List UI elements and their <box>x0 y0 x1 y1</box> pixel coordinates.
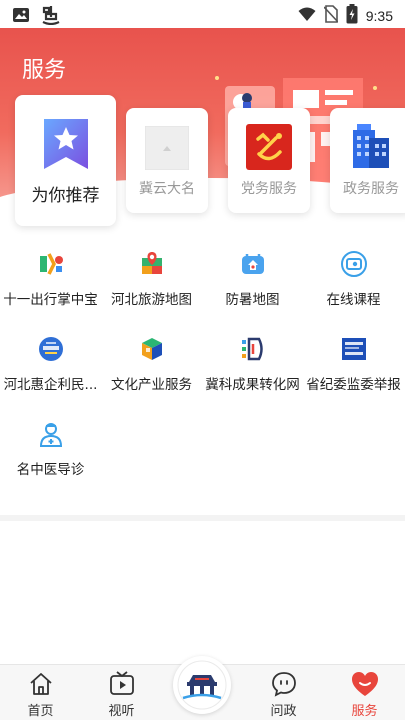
service-label: 冀科成果转化网 <box>205 377 300 393</box>
featured-label-party-service: 党务服务 <box>241 181 297 197</box>
service-label: 省纪委监委举报 <box>306 377 401 393</box>
online-course-icon <box>340 251 367 277</box>
report-app-icon <box>341 338 366 360</box>
policy-app-icon <box>38 337 63 361</box>
service-label: 十一出行掌中宝 <box>3 292 98 308</box>
party-emblem-icon <box>246 124 292 170</box>
featured-label-jiyun-daming: 冀云大名 <box>139 181 195 197</box>
tv-play-icon <box>109 671 134 695</box>
service-item-online-course[interactable]: 在线课程 <box>303 250 404 308</box>
science-network-icon <box>241 337 263 361</box>
status-time: 9:35 <box>365 8 393 24</box>
featured-card-recommend[interactable]: 为你推荐 <box>15 95 116 226</box>
service-label: 防暑地图 <box>225 292 280 308</box>
nav-label: 服务 <box>351 704 378 719</box>
heart-icon <box>351 672 378 696</box>
chat-bubble-icon <box>271 672 296 697</box>
image-icon <box>12 7 30 27</box>
service-item-policy-app[interactable]: 河北惠企利民... <box>0 335 101 393</box>
government-building-icon <box>353 124 389 168</box>
status-bar: 9:35 <box>0 0 405 28</box>
nav-service[interactable]: 服务 <box>324 671 405 719</box>
center-logo-icon <box>177 660 227 710</box>
battery-icon <box>346 4 358 28</box>
nav-label: 视听 <box>108 704 135 719</box>
featured-label-gov-service: 政务服务 <box>343 181 399 197</box>
service-item-travel-app[interactable]: 十一出行掌中宝 <box>0 250 101 308</box>
heat-map-icon <box>241 254 264 274</box>
service-label: 名中医导诊 <box>16 462 85 478</box>
bug-icon <box>40 5 62 29</box>
section-divider <box>0 515 405 521</box>
home-icon <box>29 673 52 695</box>
image-placeholder-icon <box>145 126 189 170</box>
nav-video[interactable]: 视听 <box>81 671 162 719</box>
no-sim-icon <box>323 5 339 27</box>
page-title: 服务 <box>22 58 67 83</box>
featured-card-jiyun-daming[interactable]: 冀云大名 <box>126 108 208 213</box>
featured-label-recommend: 为你推荐 <box>31 186 100 206</box>
service-item-hebei-travel-map[interactable]: 河北旅游地图 <box>101 250 202 308</box>
nav-label: 首页 <box>27 704 54 719</box>
service-item-tcm-doctor[interactable]: 名中医导诊 <box>0 420 101 478</box>
service-item-culture-industry[interactable]: 文化产业服务 <box>101 335 202 393</box>
star-bookmark-icon <box>44 119 88 169</box>
nav-label: 问政 <box>270 704 297 719</box>
service-item-heat-map[interactable]: 防暑地图 <box>202 250 303 308</box>
nav-home[interactable]: 首页 <box>0 671 81 719</box>
wifi-icon <box>298 6 316 26</box>
service-item-science-network[interactable]: 冀科成果转化网 <box>202 335 303 393</box>
service-label: 文化产业服务 <box>111 377 192 393</box>
service-label: 在线课程 <box>326 292 381 308</box>
culture-cube-icon <box>141 338 162 360</box>
travel-map-icon <box>141 252 162 274</box>
nav-center-logo-button[interactable] <box>173 656 231 714</box>
featured-card-party-service[interactable]: 党务服务 <box>228 108 310 213</box>
service-label: 河北旅游地图 <box>111 292 192 308</box>
doctor-icon <box>39 423 62 447</box>
travel-app-icon <box>39 253 63 275</box>
service-item-report[interactable]: 省纪委监委举报 <box>303 335 404 393</box>
service-label: 河北惠企利民... <box>3 377 98 393</box>
featured-card-gov-service[interactable]: 政务服务 <box>330 108 405 213</box>
nav-inquiry[interactable]: 问政 <box>243 671 324 719</box>
